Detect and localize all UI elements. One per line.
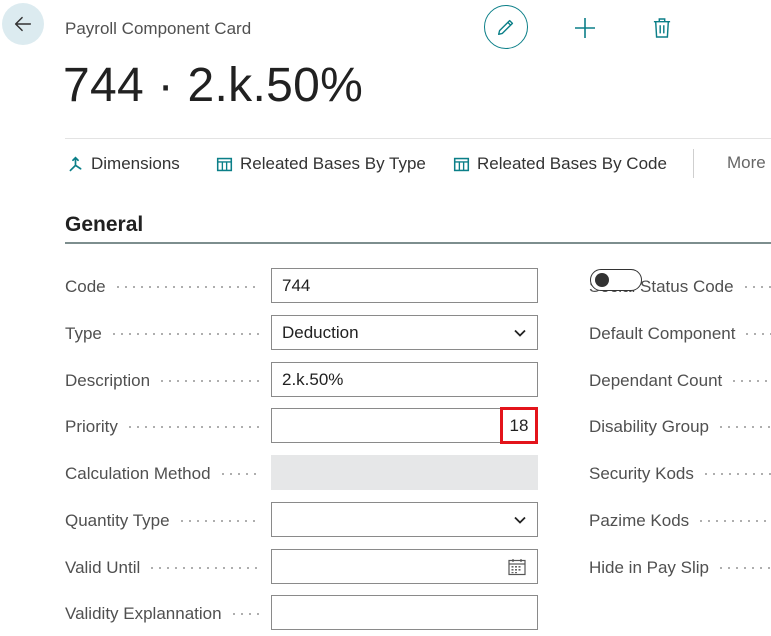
toggle-knob	[595, 273, 609, 287]
default-component-label: Default Component	[589, 323, 771, 345]
calendar-icon[interactable]	[507, 557, 527, 577]
dimensions-icon	[69, 155, 82, 171]
code-value: 744	[282, 275, 311, 295]
chevron-down-icon	[513, 326, 527, 340]
table-icon	[216, 157, 233, 171]
valid-until-label: Valid Until	[65, 557, 260, 579]
pazime-kods-label: Pazime Kods	[589, 510, 771, 532]
delete-button[interactable]	[648, 13, 676, 43]
dimensions-label: Dimensions	[91, 154, 180, 173]
edit-button[interactable]	[484, 5, 528, 49]
back-button[interactable]	[2, 3, 44, 45]
social-status-code-toggle[interactable]	[590, 269, 642, 291]
related-bases-by-type-action[interactable]: Releated Bases By Type	[216, 153, 426, 175]
quantity-type-select[interactable]	[271, 502, 538, 537]
description-field[interactable]: 2.k.50%	[271, 362, 538, 397]
trash-icon	[653, 18, 671, 38]
dimensions-action[interactable]: Dimensions	[67, 153, 180, 175]
validity-explanation-field[interactable]	[271, 595, 538, 630]
priority-field[interactable]: 18	[271, 407, 538, 444]
actionbar-separator	[693, 149, 694, 178]
plus-icon	[575, 18, 595, 38]
description-value: 2.k.50%	[282, 369, 344, 389]
hide-in-pay-slip-label: Hide in Pay Slip	[589, 557, 771, 579]
section-title: General	[65, 213, 144, 236]
record-title: 744 · 2.k.50%	[63, 59, 364, 112]
type-value: Deduction	[282, 322, 359, 342]
type-label: Type	[65, 323, 260, 345]
related-bases-by-type-label: Releated Bases By Type	[240, 154, 426, 173]
priority-label: Priority	[65, 416, 260, 438]
actionbar-divider	[65, 138, 771, 139]
validity-explanation-label: Validity Explannation	[65, 603, 260, 625]
calculation-method-field	[271, 455, 538, 490]
related-bases-by-code-label: Releated Bases By Code	[477, 154, 667, 173]
code-field[interactable]: 744	[271, 268, 538, 303]
priority-value: 18	[500, 407, 538, 444]
pencil-icon	[497, 19, 514, 36]
valid-until-field[interactable]	[271, 549, 538, 584]
related-bases-by-code-action[interactable]: Releated Bases By Code	[453, 153, 667, 175]
security-kods-label: Security Kods	[589, 463, 771, 485]
type-select[interactable]: Deduction	[271, 315, 538, 350]
new-button[interactable]	[570, 13, 600, 43]
calculation-method-label: Calculation Method	[65, 463, 260, 485]
description-label: Description	[65, 370, 260, 392]
table-icon	[453, 157, 470, 171]
page-caption: Payroll Component Card	[65, 19, 252, 38]
quantity-type-label: Quantity Type	[65, 510, 260, 532]
more-button[interactable]: More	[727, 153, 766, 173]
arrow-left-icon	[14, 16, 32, 32]
section-divider	[65, 242, 771, 244]
dependant-count-label: Dependant Count	[589, 370, 771, 392]
disability-group-label: Disability Group	[589, 416, 771, 438]
chevron-down-icon	[513, 513, 527, 527]
code-label: Code	[65, 276, 260, 298]
